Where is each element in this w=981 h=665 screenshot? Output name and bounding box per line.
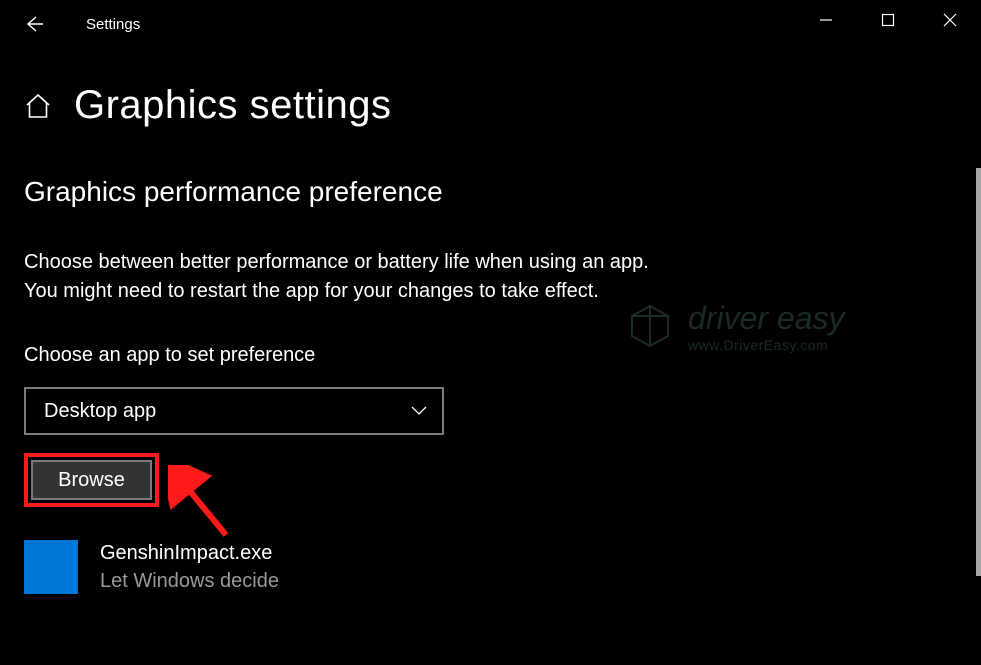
app-status: Let Windows decide [100, 567, 279, 595]
page-title: Graphics settings [74, 83, 392, 128]
app-icon [24, 540, 78, 594]
app-list-item[interactable]: GenshinImpact.exe Let Windows decide [24, 539, 957, 595]
scrollbar-thumb[interactable] [976, 168, 981, 576]
browse-highlight: Browse [24, 453, 159, 507]
browse-button-label: Browse [58, 469, 125, 492]
app-name: GenshinImpact.exe [100, 539, 279, 567]
close-button[interactable] [919, 0, 981, 40]
chevron-down-icon [410, 405, 428, 417]
titlebar: Settings [0, 0, 981, 48]
titlebar-left: Settings [22, 12, 140, 36]
description-line-1: Choose between better performance or bat… [24, 248, 957, 277]
back-arrow-icon [23, 13, 45, 35]
home-icon [24, 93, 52, 119]
home-button[interactable] [24, 93, 52, 119]
section-description: Choose between better performance or bat… [24, 248, 957, 306]
window-title: Settings [86, 16, 140, 33]
page-header: Graphics settings [24, 83, 957, 128]
window-controls [795, 0, 981, 40]
dropdown-selected-value: Desktop app [44, 400, 156, 423]
description-line-2: You might need to restart the app for yo… [24, 277, 957, 306]
maximize-icon [881, 13, 895, 27]
maximize-button[interactable] [857, 0, 919, 40]
minimize-icon [819, 13, 833, 27]
browse-button[interactable]: Browse [31, 460, 152, 500]
back-button[interactable] [22, 12, 46, 36]
section-heading: Graphics performance preference [24, 176, 957, 208]
content-area: Graphics settings Graphics performance p… [0, 48, 981, 665]
close-icon [943, 13, 957, 27]
app-info: GenshinImpact.exe Let Windows decide [100, 539, 279, 595]
dropdown-label: Choose an app to set preference [24, 344, 957, 367]
minimize-button[interactable] [795, 0, 857, 40]
app-type-dropdown[interactable]: Desktop app [24, 387, 444, 435]
